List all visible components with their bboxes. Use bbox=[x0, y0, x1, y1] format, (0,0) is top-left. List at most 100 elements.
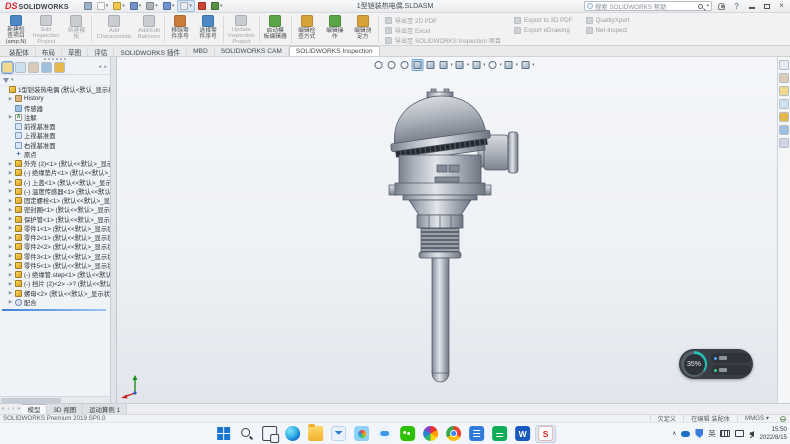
options-button[interactable]: ▾ bbox=[209, 1, 225, 11]
search-input[interactable]: 搜索 SOLIDWORKS 帮助 ▾ bbox=[584, 1, 712, 11]
minimize-button[interactable] bbox=[746, 2, 757, 11]
close-button[interactable]: × bbox=[776, 2, 787, 11]
tree-item[interactable]: 上视基准面 bbox=[0, 131, 110, 140]
tab-mbd[interactable]: MBD bbox=[187, 47, 215, 56]
zoom-to-area-button[interactable] bbox=[386, 59, 398, 71]
export-excel-button[interactable]: 导出至 Excel bbox=[385, 26, 501, 35]
solidworks-forum-button[interactable] bbox=[779, 138, 789, 148]
tree-item[interactable]: ▶螺母<2> (默认<<默认>_显示状态 bbox=[0, 289, 110, 298]
search-icon[interactable] bbox=[698, 4, 703, 9]
mail-taskbar-button[interactable] bbox=[328, 425, 349, 443]
export-edrawing-button[interactable]: Export eDrawing bbox=[514, 26, 573, 35]
cloud-taskbar-button[interactable] bbox=[374, 425, 395, 443]
tree-item[interactable]: +原点 bbox=[0, 150, 110, 159]
doc-tab-运动算例-1[interactable]: 运动算例 1 bbox=[83, 404, 127, 414]
propertymanager-tab[interactable] bbox=[15, 62, 26, 73]
previous-view-button[interactable] bbox=[399, 59, 411, 71]
photos-taskbar-button[interactable] bbox=[351, 425, 372, 443]
tree-item[interactable]: ▶零件2<1> (默认<<默认>_显示状态 bbox=[0, 233, 110, 242]
tab-布局[interactable]: 布局 bbox=[36, 47, 62, 56]
tab-评估[interactable]: 评估 bbox=[88, 47, 114, 56]
restore-button[interactable] bbox=[761, 2, 772, 11]
tree-item[interactable]: ▶外壳 (2)<1> (默认<<默认>_显示状 bbox=[0, 159, 110, 168]
rebuild-button[interactable] bbox=[196, 1, 208, 11]
start-taskbar-button[interactable] bbox=[213, 425, 234, 443]
tree-item[interactable]: ▶(-) 绝缘管.step<1> (默认<<默认> bbox=[0, 270, 110, 279]
tab-草图[interactable]: 草图 bbox=[62, 47, 88, 56]
tree-item[interactable]: ▶零件3<1> (默认<<默认>_显示状态 bbox=[0, 252, 110, 261]
tab-solidworks-插件[interactable]: SOLIDWORKS 插件 bbox=[114, 47, 187, 56]
globe-icon[interactable] bbox=[780, 416, 786, 422]
recorder-mouse-button[interactable] bbox=[711, 365, 751, 375]
save-button[interactable]: ▾ bbox=[128, 1, 144, 11]
file-explorer-button[interactable] bbox=[779, 86, 789, 96]
edge-taskbar-button[interactable] bbox=[282, 425, 303, 443]
explorer-taskbar-button[interactable] bbox=[305, 425, 326, 443]
chrome-taskbar-button[interactable] bbox=[443, 425, 464, 443]
select-balloons-button[interactable]: 选择零件序号 bbox=[194, 14, 222, 45]
displaymanager-tab[interactable] bbox=[54, 62, 65, 73]
remove-balloons-button[interactable]: 移除零件序号 bbox=[166, 14, 194, 45]
tree-item[interactable]: 前视基准面 bbox=[0, 122, 110, 131]
tree-item[interactable]: ▶(-) 上盖<1> (默认<<默认>_显示状 bbox=[0, 178, 110, 187]
tree-item[interactable]: ▶History bbox=[0, 94, 110, 103]
configurationmanager-tab[interactable] bbox=[28, 62, 39, 73]
tree-item[interactable]: ▶保护管<1> (默认<<默认>_显示状 bbox=[0, 215, 110, 224]
tree-item[interactable]: ▶(-) 挡片 (2)<2> ->? (默认<<默认> bbox=[0, 279, 110, 288]
tree-item[interactable]: ▶配合 bbox=[0, 298, 110, 307]
network-monitor-icon[interactable] bbox=[735, 430, 744, 437]
tree-item[interactable]: 传感器 bbox=[0, 104, 110, 113]
hide-show-items-button[interactable] bbox=[470, 59, 482, 71]
word-taskbar-button[interactable]: W bbox=[512, 425, 533, 443]
wechat-taskbar-button[interactable] bbox=[397, 425, 418, 443]
docs-taskbar-button[interactable] bbox=[489, 425, 510, 443]
recorder-camera-button[interactable] bbox=[711, 353, 751, 363]
hidden-icons-chevron[interactable]: ∧ bbox=[672, 430, 676, 437]
section-view-button[interactable] bbox=[412, 59, 424, 71]
touch-keyboard-icon[interactable] bbox=[720, 430, 730, 437]
solidworks-resources-button[interactable] bbox=[779, 60, 789, 70]
dimxpertmanager-tab[interactable] bbox=[41, 62, 52, 73]
panel-tab-overflow-arrows[interactable]: ◂ ▸ bbox=[99, 64, 108, 70]
search-taskbar-button[interactable] bbox=[236, 425, 257, 443]
tree-item[interactable]: ▶密封圈<1> (默认<<默认>_显示状 bbox=[0, 205, 110, 214]
language-indicator[interactable]: 英 bbox=[708, 429, 715, 439]
export-inspection-project-button[interactable]: 导出至 SOLIDWORKS Inspection 项目 bbox=[385, 36, 501, 45]
featuremanager-tab[interactable] bbox=[2, 62, 13, 73]
pinwheel-taskbar-button[interactable] bbox=[420, 425, 441, 443]
qualityxpert-button[interactable]: QualityXpert bbox=[586, 16, 630, 25]
tab-solidworks-cam[interactable]: SOLIDWORKS CAM bbox=[215, 47, 289, 56]
export-2d-pdf-button[interactable]: 导出至 2D PDF bbox=[385, 16, 501, 25]
tree-horizontal-scrollbar[interactable] bbox=[0, 396, 110, 403]
taskbar-clock[interactable]: 15:50 2022/8/15 bbox=[759, 426, 787, 440]
edit-operation-button[interactable]: 编辑操作 bbox=[321, 14, 349, 45]
undo-button[interactable]: ▾ bbox=[161, 1, 177, 11]
custom-properties-button[interactable] bbox=[779, 125, 789, 135]
tree-item[interactable]: ▶(-) 温度传感器<1> (默认<<默认>_ bbox=[0, 187, 110, 196]
tree-item[interactable]: ▶零件5<1> (默认<<默认>_显示状态 bbox=[0, 261, 110, 270]
edit-inspection-method-button[interactable]: 编辑检查方式 bbox=[293, 14, 321, 45]
edit-measurement-button[interactable]: 编辑测定方 bbox=[349, 14, 377, 45]
tree-item[interactable]: ▶(-) 绝缘垫片<1> (默认<<默认>_显 bbox=[0, 168, 110, 177]
zoom-to-fit-button[interactable] bbox=[373, 59, 385, 71]
new-inspection-project-button[interactable]: 新建检查项目(amp;N) bbox=[2, 14, 30, 45]
open-button[interactable]: ▾ bbox=[111, 1, 127, 11]
graphics-viewport[interactable]: ▾▾▾▾▾▾ bbox=[117, 57, 777, 403]
tab-装配体[interactable]: 装配体 bbox=[3, 47, 36, 56]
tree-item[interactable]: 右视基准面 bbox=[0, 141, 110, 150]
taskview-taskbar-button[interactable] bbox=[259, 425, 280, 443]
select-button[interactable]: ▾ bbox=[177, 0, 195, 12]
tree-item[interactable]: ▶零件1<1> (默认<<默认>_显示状态- bbox=[0, 224, 110, 233]
appearances-scenes-button[interactable] bbox=[779, 112, 789, 122]
tree-item[interactable]: ▶零件2<2> (默认<<默认>_显示状态 bbox=[0, 242, 110, 251]
tree-item[interactable]: 1型铠装热电偶 (默认<默认_显示状态-1 bbox=[0, 85, 110, 94]
edit-appearance-button[interactable] bbox=[486, 59, 498, 71]
doc-tab-3D-视图[interactable]: 3D 视图 bbox=[47, 404, 83, 414]
tree-item[interactable]: ▶A注解 bbox=[0, 113, 110, 122]
tree-item[interactable]: ▶固定螺栓<1> (默认<<默认>_显示状 bbox=[0, 196, 110, 205]
doc-tab-模型[interactable]: 模型 bbox=[22, 404, 48, 414]
view-palette-button[interactable] bbox=[779, 99, 789, 109]
net-inspect-button[interactable]: Net-Inspect bbox=[586, 26, 630, 35]
export-3d-pdf-button[interactable]: Export to 3D PDF bbox=[514, 16, 573, 25]
speaker-icon[interactable] bbox=[749, 431, 754, 437]
